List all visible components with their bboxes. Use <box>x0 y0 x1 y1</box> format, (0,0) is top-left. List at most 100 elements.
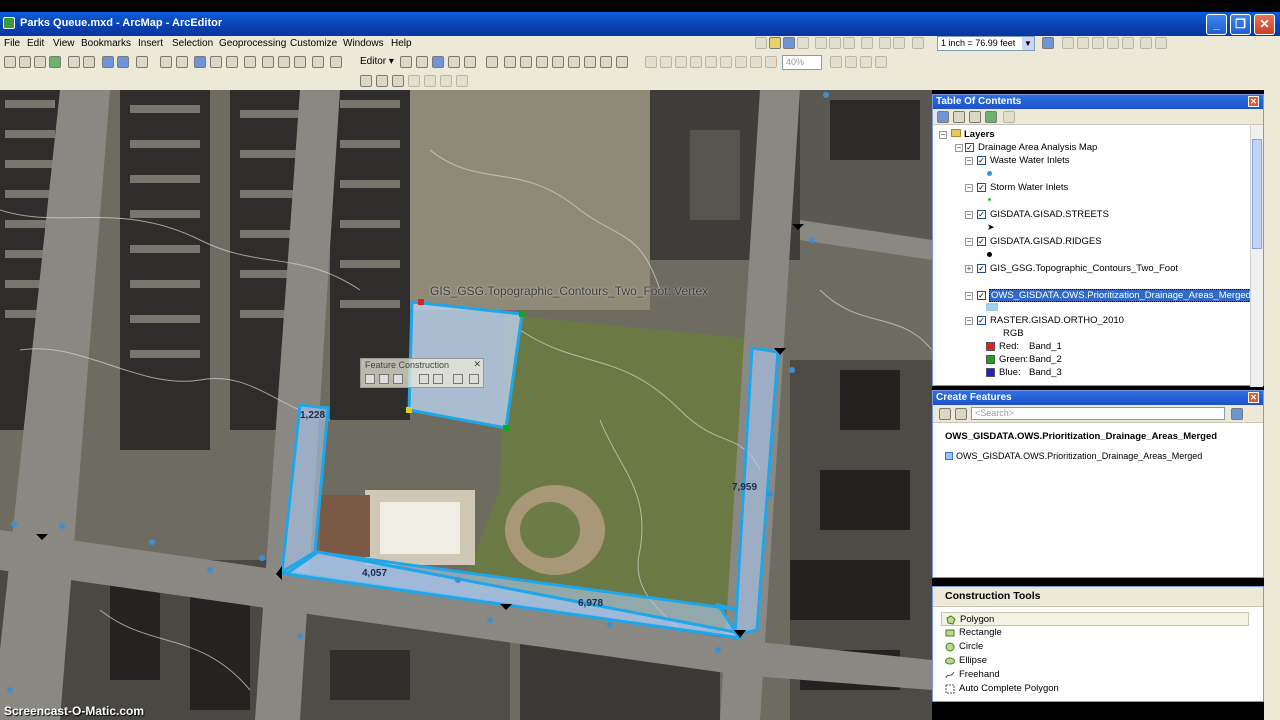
collapse-icon[interactable]: − <box>965 211 973 219</box>
change-layout-icon[interactable] <box>860 56 872 68</box>
fixed-zoom-in-icon[interactable] <box>68 56 80 68</box>
tool-circle[interactable]: Circle <box>941 640 1249 654</box>
layer-visibility-checkbox[interactable]: ✓ <box>965 143 974 152</box>
pan-icon[interactable] <box>34 56 46 68</box>
python-window-icon[interactable] <box>1122 37 1134 49</box>
sketch-properties-icon[interactable] <box>600 56 612 68</box>
layer-streets[interactable]: GISDATA.GISAD.STREETS <box>990 209 1109 220</box>
add-data-icon[interactable] <box>912 37 924 49</box>
layout-forward-icon[interactable] <box>765 56 777 68</box>
reshape-icon[interactable] <box>520 56 532 68</box>
data-driven-pages-icon[interactable] <box>875 56 887 68</box>
tool-ellipse[interactable]: Ellipse <box>941 654 1249 668</box>
shared-features-icon[interactable] <box>456 75 468 87</box>
minimize-button[interactable]: _ <box>1206 14 1227 35</box>
layout-fixed-zoom-in-icon[interactable] <box>720 56 732 68</box>
straight-segment-icon[interactable] <box>432 56 444 68</box>
layer-visibility-checkbox[interactable]: ✓ <box>977 291 986 300</box>
end-point-arc-icon[interactable] <box>448 56 460 68</box>
layout-pan-icon[interactable] <box>675 56 687 68</box>
toc-scrollbar[interactable] <box>1250 125 1263 387</box>
map-topology-icon[interactable] <box>376 75 388 87</box>
layer-visibility-checkbox[interactable]: ✓ <box>977 156 986 165</box>
layer-raster-ortho[interactable]: RASTER.GISAD.ORTHO_2010 <box>990 315 1124 326</box>
select-elements-icon[interactable] <box>176 56 188 68</box>
save-icon[interactable] <box>783 37 795 49</box>
topology-icon[interactable] <box>360 75 372 87</box>
layout-zoom-dropdown[interactable]: 40% <box>782 55 822 70</box>
toc-options-icon[interactable] <box>1003 111 1015 123</box>
filter-templates-icon[interactable] <box>955 408 967 420</box>
layer-topographic-contours[interactable]: GIS_GSG.Topographic_Contours_Two_Foot <box>990 263 1178 274</box>
identify-icon[interactable] <box>194 56 206 68</box>
list-by-drawing-order-icon[interactable] <box>937 111 949 123</box>
cut-polygons-icon[interactable] <box>536 56 548 68</box>
print-icon[interactable] <box>797 37 809 49</box>
validate-icon[interactable] <box>408 75 420 87</box>
layer-waste-water-inlets[interactable]: Waste Water Inlets <box>990 155 1070 166</box>
expand-icon[interactable]: + <box>965 265 973 273</box>
layers-frame[interactable]: Layers <box>951 129 995 140</box>
layer-visibility-checkbox[interactable]: ✓ <box>977 237 986 246</box>
close-button[interactable]: ✕ <box>1254 14 1275 35</box>
menu-bookmarks[interactable]: Bookmarks <box>81 38 131 49</box>
paste-icon[interactable] <box>843 37 855 49</box>
hyperlink-icon[interactable] <box>210 56 222 68</box>
menu-selection[interactable]: Selection <box>172 38 213 49</box>
list-by-selection-icon[interactable] <box>985 111 997 123</box>
snapping-icon[interactable] <box>392 75 404 87</box>
undo-icon[interactable] <box>879 37 891 49</box>
cut-icon[interactable] <box>815 37 827 49</box>
trace-icon[interactable] <box>379 374 389 384</box>
zoom-out-icon[interactable] <box>19 56 31 68</box>
zoom-100-icon[interactable] <box>705 56 717 68</box>
menu-windows[interactable]: Windows <box>343 38 384 49</box>
template-search-input[interactable]: <Search> <box>971 407 1225 420</box>
toggle-draft-mode-icon[interactable] <box>830 56 842 68</box>
edit-annotation-icon[interactable] <box>416 56 428 68</box>
layer-storm-water-inlets[interactable]: Storm Water Inlets <box>990 182 1068 193</box>
list-by-visibility-icon[interactable] <box>969 111 981 123</box>
redo-icon[interactable] <box>893 37 905 49</box>
straight-segment-icon[interactable] <box>365 374 375 384</box>
go-to-xy-icon[interactable] <box>294 56 306 68</box>
undo-icon[interactable] <box>469 374 479 384</box>
layer-visibility-checkbox[interactable]: ✓ <box>977 183 986 192</box>
fixed-zoom-out-icon[interactable] <box>83 56 95 68</box>
split-icon[interactable] <box>552 56 564 68</box>
collapse-icon[interactable]: − <box>965 184 973 192</box>
search-window-icon[interactable] <box>1092 37 1104 49</box>
group-layer-label[interactable]: Drainage Area Analysis Map <box>978 142 1097 153</box>
organize-templates-icon[interactable] <box>939 408 951 420</box>
close-icon[interactable]: ✕ <box>473 359 481 370</box>
viewer-window-icon[interactable] <box>330 56 342 68</box>
forward-extent-icon[interactable] <box>117 56 129 68</box>
new-icon[interactable] <box>755 37 767 49</box>
find-route-icon[interactable] <box>278 56 290 68</box>
menu-help[interactable]: Help <box>391 38 412 49</box>
editor-toolbar-icon[interactable] <box>1042 37 1054 49</box>
tool-polygon[interactable]: Polygon <box>941 612 1249 626</box>
focus-data-frame-icon[interactable] <box>845 56 857 68</box>
rotate-icon[interactable] <box>568 56 580 68</box>
tool-freehand[interactable]: Freehand <box>941 668 1249 682</box>
clear-selection-icon[interactable] <box>160 56 172 68</box>
create-features-icon[interactable] <box>616 56 628 68</box>
close-icon[interactable]: ✕ <box>1248 96 1259 107</box>
scrollbar-thumb[interactable] <box>1252 139 1262 249</box>
help-icon[interactable] <box>1155 37 1167 49</box>
zoom-in-icon[interactable] <box>4 56 16 68</box>
time-slider-icon[interactable] <box>312 56 324 68</box>
trace-icon[interactable] <box>464 56 476 68</box>
bezier-icon[interactable] <box>433 374 443 384</box>
fix-error-icon[interactable] <box>424 75 436 87</box>
measure-icon[interactable] <box>244 56 256 68</box>
catalog-window-icon[interactable] <box>1077 37 1089 49</box>
arc-segment-icon[interactable] <box>393 374 403 384</box>
search-icon[interactable] <box>1231 408 1243 420</box>
map-view[interactable]: 1,228 4,057 6,978 7,959 GIS_GSG.Topograp… <box>0 90 932 720</box>
edit-vertices-icon[interactable] <box>504 56 516 68</box>
feature-template-item[interactable]: OWS_GISDATA.OWS.Prioritization_Drainage_… <box>945 451 1202 461</box>
layout-zoom-in-icon[interactable] <box>645 56 657 68</box>
point-icon[interactable] <box>486 56 498 68</box>
